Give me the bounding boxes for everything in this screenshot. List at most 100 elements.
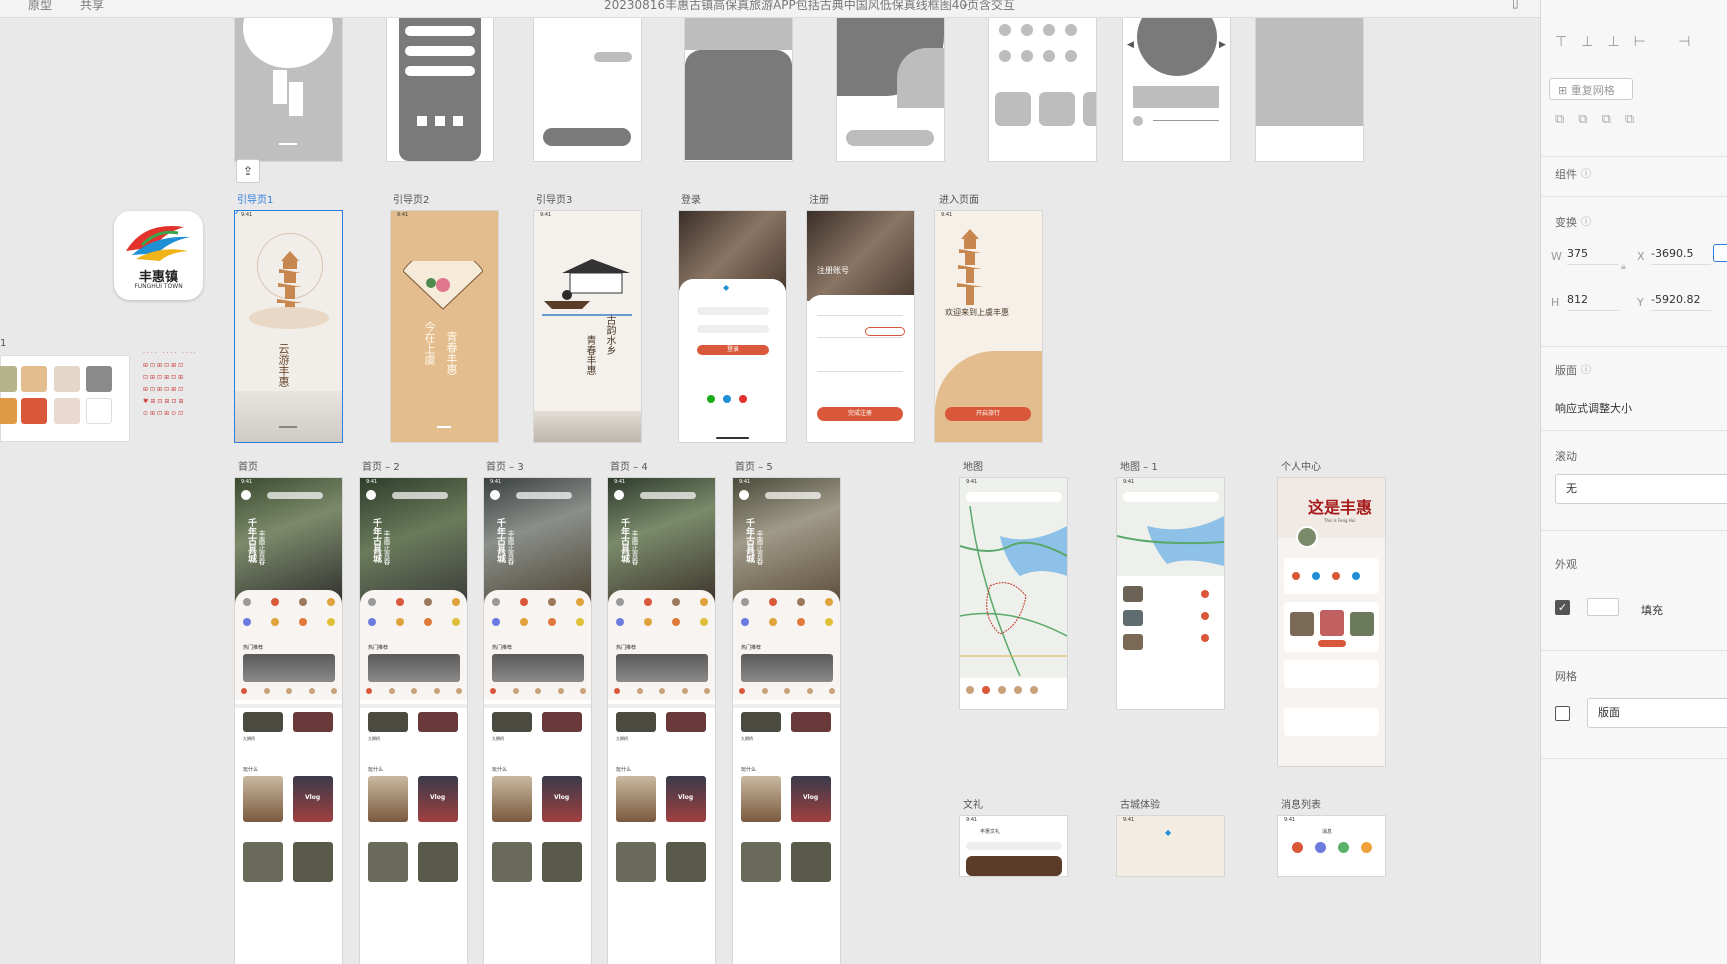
- map-view[interactable]: [1117, 506, 1224, 576]
- artboard-label-map1[interactable]: 地图 – 1: [1120, 458, 1158, 473]
- search-input[interactable]: [765, 492, 821, 499]
- wireframe-register[interactable]: [837, 18, 944, 161]
- search-input[interactable]: [640, 492, 696, 499]
- swatch-pink[interactable]: [54, 398, 80, 424]
- tab-share[interactable]: 共享: [80, 0, 104, 13]
- map-search-input[interactable]: [1123, 492, 1219, 502]
- icon-set[interactable]: ···· ···· ···· ⊞⊡⊞⊡⊞⊡ ⊡⊞⊡⊞⊡⊞ ⊞⊡⊞⊡⊞⊡ ♥⊞⊡⊞⊡⊞ ⊙⊞…: [143, 348, 215, 422]
- artboard-guide-2[interactable]: 9:41 今在上虞 青春丰惠: [391, 211, 498, 442]
- artboard-map-1[interactable]: 9:41: [1117, 478, 1224, 709]
- map-search-input[interactable]: [966, 492, 1062, 502]
- vlog-card[interactable]: Vlog: [666, 776, 706, 822]
- vlog-card[interactable]: Vlog: [418, 776, 458, 822]
- artboard-label-home4[interactable]: 首页 – 4: [610, 458, 648, 473]
- vlog-card[interactable]: Vlog: [791, 776, 831, 822]
- artboard-label-culture[interactable]: 文礼: [963, 796, 983, 811]
- search-input[interactable]: [392, 492, 448, 499]
- login-button[interactable]: 登录: [697, 345, 769, 355]
- artboard-experience[interactable]: 9:41 ◆: [1117, 816, 1224, 876]
- artboard-label-home[interactable]: 首页: [238, 458, 258, 473]
- hot-recommend-image[interactable]: [243, 654, 335, 682]
- artboard-label-login[interactable]: 登录: [681, 191, 701, 206]
- artboard-label-home2[interactable]: 首页 – 2: [362, 458, 400, 473]
- artboard-messages[interactable]: 9:41 消息: [1278, 816, 1385, 876]
- rotation-icon[interactable]: [1713, 244, 1727, 262]
- align-tools[interactable]: ⊤⊥⊥⊢ ⊣: [1555, 34, 1704, 50]
- responsive-resize-toggle[interactable]: 响应式调整大小: [1555, 400, 1632, 416]
- artboard-home-5[interactable]: 9:41 千年古县城 丰惠正青春 热门推荐 九狮桥 玩什么 Vlog: [733, 478, 840, 964]
- fill-checkbox[interactable]: ✓: [1555, 600, 1570, 615]
- info-icon[interactable]: ⓘ: [1581, 165, 1591, 180]
- pagoda-photo[interactable]: [741, 776, 781, 822]
- pagoda-photo[interactable]: [368, 776, 408, 822]
- artboard-login[interactable]: ◆ 登录: [679, 211, 786, 442]
- app-logo[interactable]: 丰惠镇 FUNGHUI TOWN: [114, 211, 203, 300]
- artboard-label-enter[interactable]: 进入页面: [939, 191, 979, 206]
- grid-checkbox[interactable]: [1555, 706, 1570, 721]
- swatch-olive[interactable]: [0, 366, 17, 392]
- swatch-white[interactable]: [86, 398, 112, 424]
- artboard-profile[interactable]: 这是丰惠 This is Feng Hui: [1278, 478, 1385, 766]
- pagoda-photo[interactable]: [243, 776, 283, 822]
- artboard-culture[interactable]: 9:41 丰惠文礼: [960, 816, 1067, 876]
- info-icon[interactable]: ⓘ: [1581, 361, 1591, 376]
- design-canvas[interactable]: ◀ ▶ ⇪ 丰惠镇 FUNGHUI TOWN 1 ···· ···· ···· ⊞…: [0, 18, 1540, 964]
- wireframe-guide-2[interactable]: [387, 18, 493, 161]
- share-icon[interactable]: ⇪: [236, 159, 260, 183]
- artboard-label-messages[interactable]: 消息列表: [1281, 796, 1321, 811]
- scroll-select[interactable]: 无: [1555, 474, 1727, 504]
- wireframe-guide-1[interactable]: [235, 18, 342, 161]
- map-view[interactable]: [960, 506, 1067, 676]
- artboard-label-guide3[interactable]: 引导页3: [536, 191, 572, 206]
- swatch-orange[interactable]: [0, 398, 17, 424]
- fill-color-swatch[interactable]: [1587, 598, 1619, 616]
- artboard-label-guide2[interactable]: 引导页2: [393, 191, 429, 206]
- pagoda-photo[interactable]: [492, 776, 532, 822]
- hot-recommend-image[interactable]: [492, 654, 584, 682]
- wireframe-map[interactable]: [1256, 18, 1363, 161]
- register-button[interactable]: 完成注册: [817, 407, 903, 421]
- artboard-label-home3[interactable]: 首页 – 3: [486, 458, 524, 473]
- artboard-label-profile[interactable]: 个人中心: [1281, 458, 1321, 473]
- swatch-light[interactable]: [54, 366, 80, 392]
- artboard-label-experience[interactable]: 古城体验: [1120, 796, 1160, 811]
- grid-type-select[interactable]: 版面: [1587, 698, 1727, 728]
- height-input[interactable]: 812: [1567, 293, 1619, 311]
- device-icon[interactable]: ▯: [1512, 0, 1519, 10]
- width-input[interactable]: 375: [1567, 247, 1619, 265]
- swatch-gray[interactable]: [86, 366, 112, 392]
- repeat-grid-button[interactable]: ⊞ 重复网格: [1549, 78, 1633, 100]
- artboard-label-map[interactable]: 地图: [963, 458, 983, 473]
- artboard-home-4[interactable]: 9:41 千年古县城 丰惠正青春 热门推荐 九狮桥 玩什么 Vlog: [608, 478, 715, 964]
- wireframe-guide-3[interactable]: [534, 18, 641, 161]
- tab-prototype[interactable]: 原型: [28, 0, 52, 13]
- info-icon[interactable]: ⓘ: [1581, 213, 1591, 228]
- search-input[interactable]: [516, 492, 572, 499]
- hot-recommend-image[interactable]: [741, 654, 833, 682]
- boolean-tools[interactable]: ⧉⧉⧉⧉: [1555, 112, 1648, 127]
- artboard-register[interactable]: 注册账号 完成注册: [807, 211, 914, 442]
- chevron-down-icon[interactable]: ⌄: [960, 0, 970, 10]
- artboard-label-register[interactable]: 注册: [809, 191, 829, 206]
- x-input[interactable]: -3690.5: [1651, 247, 1711, 265]
- lock-icon[interactable]: 🔒︎: [1621, 262, 1626, 272]
- wechat-icon[interactable]: [707, 395, 715, 403]
- avatar[interactable]: [1296, 526, 1318, 548]
- artboard-label-home5[interactable]: 首页 – 5: [735, 458, 773, 473]
- search-input[interactable]: [267, 492, 323, 499]
- artboard-guide-3[interactable]: 9:41 古韵水乡 青春丰惠: [534, 211, 641, 442]
- artboard-guide-1[interactable]: 9:41 云游丰惠: [235, 211, 342, 442]
- artboard-map[interactable]: 9:41: [960, 478, 1067, 709]
- vlog-card[interactable]: Vlog: [293, 776, 333, 822]
- hot-recommend-image[interactable]: [616, 654, 708, 682]
- vlog-card[interactable]: Vlog: [542, 776, 582, 822]
- swatch-beige[interactable]: [21, 366, 47, 392]
- weibo-icon[interactable]: [739, 395, 747, 403]
- artboard-home-3[interactable]: 9:41 千年古县城 丰惠正青春 热门推荐 九狮桥 玩什么 Vlog: [484, 478, 591, 964]
- hot-recommend-image[interactable]: [368, 654, 460, 682]
- enter-button[interactable]: 开启旅行: [945, 407, 1031, 421]
- artboard-home-2[interactable]: 9:41 千年古县城 丰惠正青春 热门推荐 九狮桥 玩什么 Vlog: [360, 478, 467, 964]
- artboard-enter[interactable]: 9:41 欢迎来到上虞丰惠 开启旅行: [935, 211, 1042, 442]
- artboard-home-1[interactable]: 9:41 千年古县城 丰惠正青春 热门推荐 九狮桥 玩什么 Vlog: [235, 478, 342, 964]
- pagoda-photo[interactable]: [616, 776, 656, 822]
